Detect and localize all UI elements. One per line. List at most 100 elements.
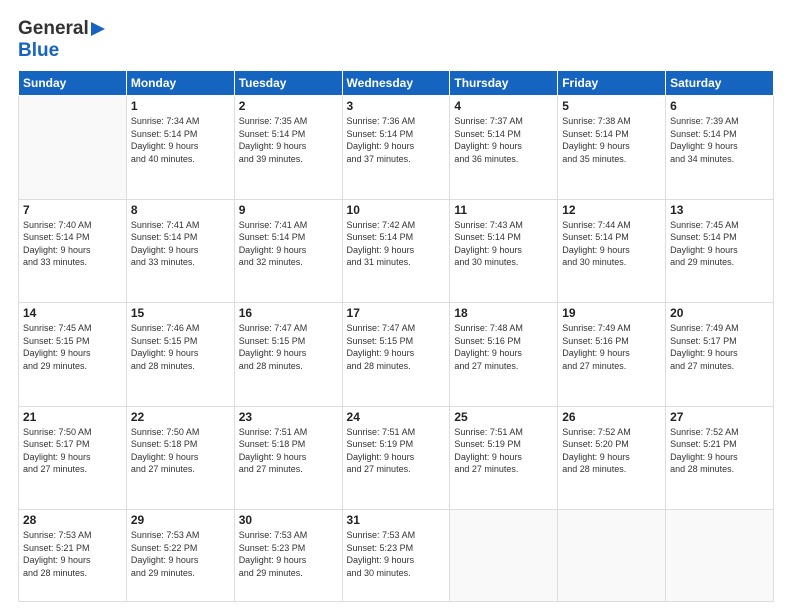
day-number: 5 [562,99,661,113]
day-number: 13 [670,203,769,217]
day-number: 8 [131,203,230,217]
logo-arrow-icon [91,22,105,36]
day-info: Sunrise: 7:51 AM Sunset: 5:18 PM Dayligh… [239,426,338,476]
day-info: Sunrise: 7:50 AM Sunset: 5:18 PM Dayligh… [131,426,230,476]
calendar-week-4: 21 Sunrise: 7:50 AM Sunset: 5:17 PM Dayli… [19,406,774,510]
calendar-cell: 4Sunrise: 7:37 AM Sunset: 5:14 PM Daylig… [450,96,558,200]
logo: GeneralBlue [18,18,105,62]
day-header-saturday: Saturday [666,71,774,96]
calendar-table: SundayMondayTuesdayWednesdayThursdayFrid… [18,70,774,602]
calendar-cell: 31 Sunrise: 7:53 AM Sunset: 5:23 PM Dayli… [342,510,450,602]
day-info: Sunrise: 7:46 AM Sunset: 5:15 PM Dayligh… [131,322,230,372]
calendar-cell [19,96,127,200]
calendar-cell: 15 Sunrise: 7:46 AM Sunset: 5:15 PM Dayli… [126,303,234,407]
calendar-cell: 21 Sunrise: 7:50 AM Sunset: 5:17 PM Dayli… [19,406,127,510]
calendar-cell: 11 Sunrise: 7:43 AM Sunset: 5:14 PM Dayli… [450,199,558,303]
calendar-cell: 12 Sunrise: 7:44 AM Sunset: 5:14 PM Dayli… [558,199,666,303]
day-header-friday: Friday [558,71,666,96]
calendar-cell: 9 Sunrise: 7:41 AM Sunset: 5:14 PM Daylig… [234,199,342,303]
calendar-header-row: SundayMondayTuesdayWednesdayThursdayFrid… [19,71,774,96]
day-info: Sunrise: 7:47 AM Sunset: 5:15 PM Dayligh… [239,322,338,372]
calendar-cell: 17 Sunrise: 7:47 AM Sunset: 5:15 PM Dayli… [342,303,450,407]
calendar-cell [450,510,558,602]
day-info: Sunrise: 7:34 AM Sunset: 5:14 PM Dayligh… [131,115,230,165]
day-number: 4 [454,99,553,113]
day-number: 27 [670,410,769,424]
calendar-cell: 2 Sunrise: 7:35 AM Sunset: 5:14 PM Daylig… [234,96,342,200]
calendar-cell: 5 Sunrise: 7:38 AM Sunset: 5:14 PM Daylig… [558,96,666,200]
day-number: 10 [347,203,446,217]
day-number: 14 [23,306,122,320]
calendar-cell: 19 Sunrise: 7:49 AM Sunset: 5:16 PM Dayli… [558,303,666,407]
calendar-cell [666,510,774,602]
day-number: 15 [131,306,230,320]
day-info: Sunrise: 7:44 AM Sunset: 5:14 PM Dayligh… [562,219,661,269]
calendar-cell: 20Sunrise: 7:49 AM Sunset: 5:17 PM Dayli… [666,303,774,407]
header: GeneralBlue [18,18,774,62]
calendar-cell: 7 Sunrise: 7:40 AM Sunset: 5:14 PM Daylig… [19,199,127,303]
day-info: Sunrise: 7:50 AM Sunset: 5:17 PM Dayligh… [23,426,122,476]
calendar-cell: 10 Sunrise: 7:42 AM Sunset: 5:14 PM Dayli… [342,199,450,303]
logo-blue-text: Blue [18,40,59,62]
day-number: 6 [670,99,769,113]
day-info: Sunrise: 7:53 AM Sunset: 5:23 PM Dayligh… [239,529,338,579]
day-number: 22 [131,410,230,424]
day-info: Sunrise: 7:41 AM Sunset: 5:14 PM Dayligh… [239,219,338,269]
calendar-cell: 29 Sunrise: 7:53 AM Sunset: 5:22 PM Dayli… [126,510,234,602]
calendar-cell: 28Sunrise: 7:53 AM Sunset: 5:21 PM Dayli… [19,510,127,602]
day-info: Sunrise: 7:49 AM Sunset: 5:16 PM Dayligh… [562,322,661,372]
calendar-cell: 3 Sunrise: 7:36 AM Sunset: 5:14 PM Daylig… [342,96,450,200]
calendar-cell: 1 Sunrise: 7:34 AM Sunset: 5:14 PM Daylig… [126,96,234,200]
day-info: Sunrise: 7:42 AM Sunset: 5:14 PM Dayligh… [347,219,446,269]
day-number: 26 [562,410,661,424]
day-number: 9 [239,203,338,217]
day-info: Sunrise: 7:53 AM Sunset: 5:23 PM Dayligh… [347,529,446,579]
day-number: 1 [131,99,230,113]
day-number: 7 [23,203,122,217]
day-header-sunday: Sunday [19,71,127,96]
calendar-week-3: 14Sunrise: 7:45 AM Sunset: 5:15 PM Dayli… [19,303,774,407]
calendar-cell: 6Sunrise: 7:39 AM Sunset: 5:14 PM Daylig… [666,96,774,200]
day-number: 25 [454,410,553,424]
day-number: 17 [347,306,446,320]
day-header-wednesday: Wednesday [342,71,450,96]
day-number: 11 [454,203,553,217]
day-number: 12 [562,203,661,217]
day-number: 16 [239,306,338,320]
day-info: Sunrise: 7:47 AM Sunset: 5:15 PM Dayligh… [347,322,446,372]
calendar-cell: 22 Sunrise: 7:50 AM Sunset: 5:18 PM Dayli… [126,406,234,510]
calendar-cell: 27Sunrise: 7:52 AM Sunset: 5:21 PM Dayli… [666,406,774,510]
day-info: Sunrise: 7:51 AM Sunset: 5:19 PM Dayligh… [454,426,553,476]
day-number: 29 [131,513,230,527]
calendar-week-5: 28Sunrise: 7:53 AM Sunset: 5:21 PM Dayli… [19,510,774,602]
calendar-cell: 23 Sunrise: 7:51 AM Sunset: 5:18 PM Dayli… [234,406,342,510]
calendar-cell: 25 Sunrise: 7:51 AM Sunset: 5:19 PM Dayli… [450,406,558,510]
day-header-tuesday: Tuesday [234,71,342,96]
day-info: Sunrise: 7:38 AM Sunset: 5:14 PM Dayligh… [562,115,661,165]
calendar-cell: 8Sunrise: 7:41 AM Sunset: 5:14 PM Daylig… [126,199,234,303]
day-number: 3 [347,99,446,113]
day-info: Sunrise: 7:36 AM Sunset: 5:14 PM Dayligh… [347,115,446,165]
logo-general-text: General [18,18,89,40]
day-number: 2 [239,99,338,113]
page: GeneralBlue SundayMondayTuesdayWednesday… [0,0,792,612]
day-info: Sunrise: 7:35 AM Sunset: 5:14 PM Dayligh… [239,115,338,165]
calendar-cell: 18Sunrise: 7:48 AM Sunset: 5:16 PM Dayli… [450,303,558,407]
day-info: Sunrise: 7:49 AM Sunset: 5:17 PM Dayligh… [670,322,769,372]
day-number: 19 [562,306,661,320]
day-info: Sunrise: 7:43 AM Sunset: 5:14 PM Dayligh… [454,219,553,269]
day-info: Sunrise: 7:40 AM Sunset: 5:14 PM Dayligh… [23,219,122,269]
day-number: 21 [23,410,122,424]
calendar-cell: 24 Sunrise: 7:51 AM Sunset: 5:19 PM Dayli… [342,406,450,510]
day-number: 23 [239,410,338,424]
calendar-cell: 16 Sunrise: 7:47 AM Sunset: 5:15 PM Dayli… [234,303,342,407]
calendar-cell: 14Sunrise: 7:45 AM Sunset: 5:15 PM Dayli… [19,303,127,407]
day-number: 28 [23,513,122,527]
day-header-monday: Monday [126,71,234,96]
day-info: Sunrise: 7:48 AM Sunset: 5:16 PM Dayligh… [454,322,553,372]
day-info: Sunrise: 7:53 AM Sunset: 5:22 PM Dayligh… [131,529,230,579]
calendar-cell: 26Sunrise: 7:52 AM Sunset: 5:20 PM Dayli… [558,406,666,510]
day-number: 24 [347,410,446,424]
day-info: Sunrise: 7:51 AM Sunset: 5:19 PM Dayligh… [347,426,446,476]
day-number: 31 [347,513,446,527]
